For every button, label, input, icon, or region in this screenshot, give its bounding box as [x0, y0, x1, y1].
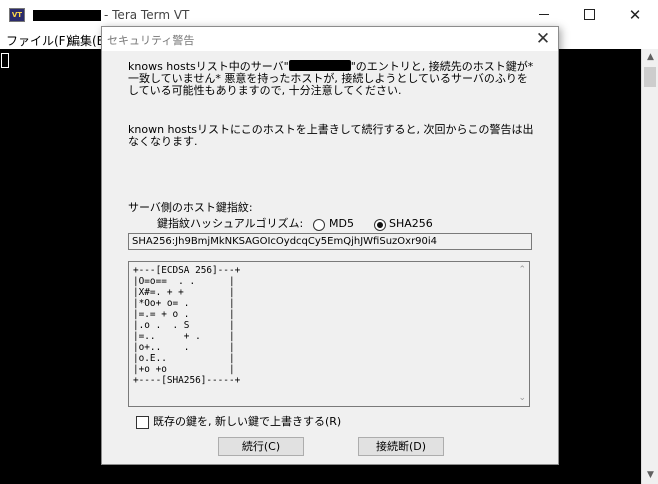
redacted-host-name: [33, 10, 101, 21]
close-window-button[interactable]: ✕: [612, 0, 658, 30]
menu-edit[interactable]: 編集(E: [68, 32, 104, 49]
terminal-scrollbar[interactable]: ▲ ▼: [641, 49, 658, 484]
terminal-cursor: [1, 53, 9, 68]
maximize-button[interactable]: [566, 0, 612, 30]
continue-button[interactable]: 続行(C): [218, 437, 304, 456]
scroll-up-icon[interactable]: ▲: [642, 49, 658, 66]
randomart-box[interactable]: +---[ECDSA 256]---+ |O=o== . . | |X#=. +…: [128, 261, 530, 407]
dialog-title: セキュリティ警告: [107, 34, 195, 47]
host-key-mismatch-message: knows hostsリスト中のサーバ" "のエントリと, 接続先のホスト鍵が*一…: [128, 60, 538, 97]
randomart-text: +---[ECDSA 256]---+ |O=o== . . | |X#=. +…: [133, 265, 241, 387]
window-title: - Tera Term VT: [104, 8, 190, 22]
dialog-close-button[interactable]: ✕: [531, 28, 555, 50]
scrollbar-thumb[interactable]: [644, 67, 656, 87]
disconnect-button[interactable]: 接続断(D): [358, 437, 444, 456]
maximize-icon: [584, 9, 595, 20]
sha256-radio[interactable]: [374, 219, 386, 231]
close-icon: ✕: [628, 6, 642, 24]
hash-algorithm-label: 鍵指紋ハッシュアルゴリズム:: [157, 217, 304, 230]
overwrite-checkbox[interactable]: [136, 416, 149, 429]
fingerprint-field[interactable]: SHA256:Jh9BmjMkNKSAGOIcOydcqCy5EmQjhJWfi…: [128, 233, 532, 250]
md5-radio-label[interactable]: MD5: [329, 218, 354, 230]
chevron-up-icon[interactable]: ⌃: [518, 265, 526, 275]
menu-file[interactable]: ファイル(F): [6, 32, 70, 49]
fingerprint-label: サーバ側のホスト鍵指紋:: [128, 201, 253, 214]
redacted-server-name: [288, 60, 351, 71]
md5-radio[interactable]: [313, 219, 325, 231]
overwrite-checkbox-label[interactable]: 既存の鍵を, 新しい鍵で上書きする(R): [153, 416, 341, 428]
close-icon: ✕: [535, 29, 551, 49]
security-warning-dialog: セキュリティ警告 ✕ knows hostsリスト中のサーバ" "のエントリと, …: [101, 26, 559, 465]
tera-term-app-icon[interactable]: VT: [9, 8, 25, 22]
minimize-icon: [539, 14, 549, 15]
overwrite-info-message: known hostsリストにこのホストを上書きして続行すると, 次回からこの警…: [128, 123, 534, 148]
chevron-down-icon[interactable]: ⌄: [518, 393, 526, 403]
scroll-down-icon[interactable]: ▼: [642, 467, 658, 484]
dialog-title-bar: セキュリティ警告 ✕: [102, 27, 558, 51]
sha256-radio-label[interactable]: SHA256: [389, 218, 433, 230]
